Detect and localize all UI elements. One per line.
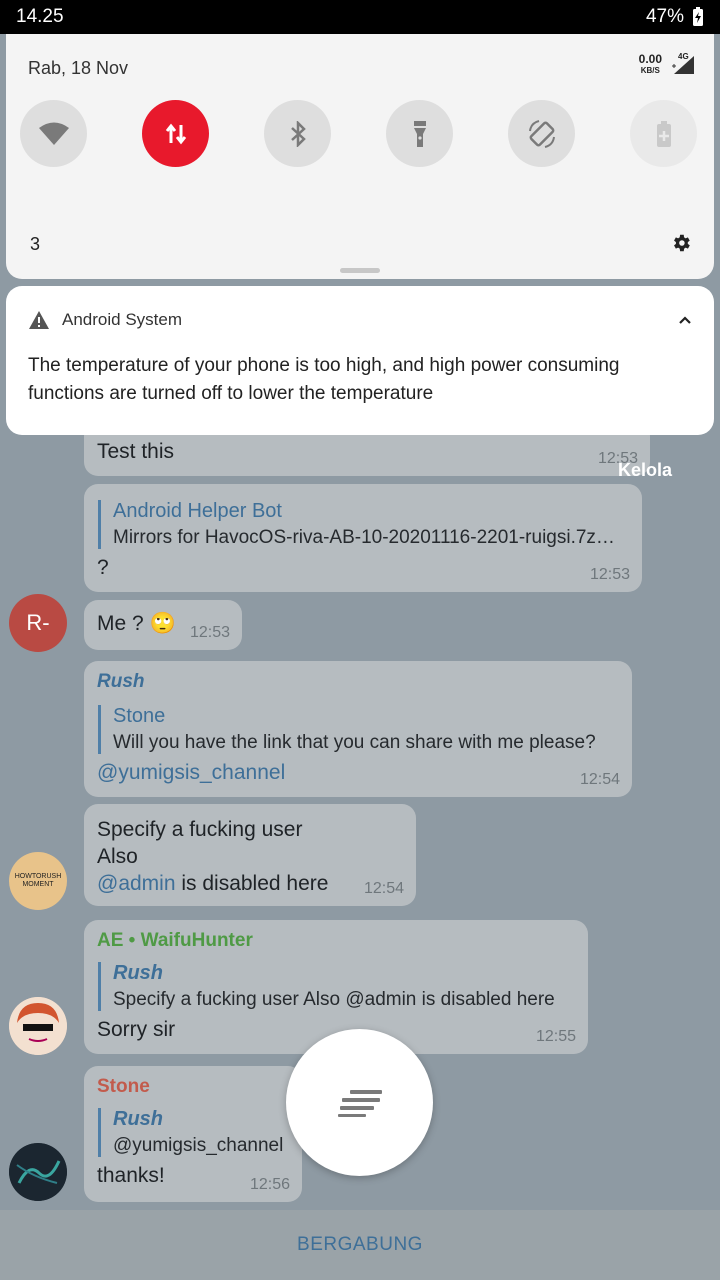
message-mention[interactable]: @admin	[97, 872, 176, 895]
flashlight-icon	[413, 120, 426, 147]
message-time: 12:54	[579, 771, 620, 788]
battery-percent: 47%	[645, 6, 684, 27]
avatar[interactable]: HOWTORUSH MOMENT	[9, 852, 67, 910]
reply-sender: Stone	[113, 705, 166, 727]
message-time: 12:54	[363, 880, 404, 897]
notification-header: Android System	[28, 310, 182, 330]
message-line: Specify a fucking user	[97, 818, 303, 841]
battery-charging-icon	[692, 7, 704, 27]
message-line: Also	[97, 845, 138, 868]
sender-name[interactable]: AE • WaifuHunter	[97, 930, 253, 952]
chevron-up-icon	[679, 316, 691, 324]
wifi-icon	[38, 122, 69, 145]
reply-text: Will you have the link that you can shar…	[113, 732, 596, 753]
message-text: thanks!	[97, 1164, 165, 1187]
net-speed-unit: KB/S	[640, 66, 660, 75]
reply-quote[interactable]: Rush Specify a fucking user Also @admin …	[98, 962, 574, 1011]
reply-quote[interactable]: Android Helper Bot Mirrors for HavocOS-r…	[98, 500, 630, 549]
avatar[interactable]	[9, 997, 67, 1055]
battery-saver-tile[interactable]	[630, 100, 697, 167]
auto-rotate-icon	[528, 119, 555, 148]
sender-name[interactable]: Stone	[97, 1076, 150, 1098]
message-line: Me ? 🙄	[97, 612, 176, 636]
message-text: is disabled here	[175, 872, 329, 895]
reply-text: Mirrors for HavocOS-riva-AB-10-20201116-…	[113, 527, 615, 548]
mobile-data-icon	[165, 123, 186, 144]
avatar-caption: HOWTORUSH MOMENT	[14, 873, 62, 888]
network-indicator: 0.00 KB/S 4G	[638, 52, 696, 76]
avatar[interactable]: R-	[9, 594, 67, 652]
message-bubble[interactable]: Specify a fucking user Also @admin is di…	[84, 804, 416, 906]
rolling-eyes-emoji: 🙄	[149, 612, 176, 635]
join-button[interactable]: BERGABUNG	[297, 1234, 423, 1256]
message-text-block: Specify a fucking user Also @admin is di…	[97, 816, 328, 897]
floating-menu-button[interactable]	[286, 1029, 433, 1176]
notification-body: The temperature of your phone is too hig…	[28, 355, 620, 404]
bluetooth-icon	[290, 120, 306, 147]
message-time: 12:55	[535, 1028, 576, 1045]
wifi-tile[interactable]	[20, 100, 87, 167]
battery-saver-icon	[656, 120, 671, 147]
status-right: 47%	[646, 6, 704, 28]
collapse-button[interactable]	[678, 312, 692, 330]
message-line: @admin is disabled here	[97, 870, 328, 897]
message-time: 12:53	[189, 624, 230, 641]
auto-rotate-tile[interactable]	[508, 100, 575, 167]
abstract-avatar-icon	[9, 1143, 67, 1201]
warning-icon	[29, 311, 49, 329]
sender-name[interactable]: Rush	[97, 671, 145, 693]
flashlight-tile[interactable]	[386, 100, 453, 167]
mobile-data-tile[interactable]	[142, 100, 209, 167]
status-time: 14.25	[16, 6, 64, 27]
message-text: ?	[97, 556, 109, 579]
quick-settings-panel: Rab, 18 Nov 0.00 KB/S 4G 3	[6, 34, 714, 279]
net-speed: 0.00 KB/S	[638, 52, 662, 76]
avatar-initials: R-	[26, 610, 50, 635]
notification-card[interactable]: Android System The temperature of your p…	[6, 286, 714, 435]
bluetooth-tile[interactable]	[264, 100, 331, 167]
net-speed-value: 0.00	[638, 52, 662, 66]
anime-avatar-icon	[9, 997, 67, 1055]
message-mention[interactable]: @yumigsis_channel	[97, 761, 285, 785]
manage-button[interactable]: Kelola	[618, 460, 672, 481]
reply-quote[interactable]: Stone Will you have the link that you ca…	[98, 705, 618, 754]
message-text: Sorry sir	[97, 1018, 176, 1041]
message-time: 12:53	[589, 566, 630, 583]
reply-sender: Rush	[113, 962, 163, 984]
message-time: 12:56	[249, 1176, 290, 1193]
join-bar: BERGABUNG	[0, 1210, 720, 1280]
message-text: Me ?	[97, 612, 144, 635]
network-type: 4G	[678, 52, 689, 61]
reply-text: @yumigsis_channel	[113, 1135, 284, 1156]
qs-date[interactable]: Rab, 18 Nov	[28, 58, 128, 79]
lines-menu-icon	[337, 1089, 382, 1117]
reply-sender: Android Helper Bot	[113, 500, 282, 522]
message-text: Test this	[97, 440, 175, 463]
reply-sender: Rush	[113, 1108, 163, 1130]
status-bar: 14.25 47%	[0, 0, 720, 34]
message-bubble[interactable]: Me ? 🙄 12:53	[84, 600, 242, 650]
message-bubble[interactable]: Android Helper Bot Mirrors for HavocOS-r…	[84, 484, 642, 592]
avatar[interactable]	[9, 1143, 67, 1201]
drag-handle[interactable]	[340, 268, 380, 273]
message-bubble[interactable]: Rush Stone Will you have the link that y…	[84, 661, 632, 797]
notification-app-name: Android System	[62, 310, 182, 329]
reply-quote[interactable]: Rush @yumigsis_channel	[98, 1108, 294, 1157]
gear-icon	[674, 234, 690, 252]
signal-icon: 4G	[672, 52, 696, 76]
qs-tiles	[20, 100, 697, 167]
settings-button[interactable]	[670, 232, 692, 259]
reply-text: Specify a fucking user Also @admin is di…	[113, 989, 555, 1010]
qs-count: 3	[30, 234, 41, 254]
message-bubble[interactable]: Stone Rush @yumigsis_channel thanks! 12:…	[84, 1066, 302, 1202]
